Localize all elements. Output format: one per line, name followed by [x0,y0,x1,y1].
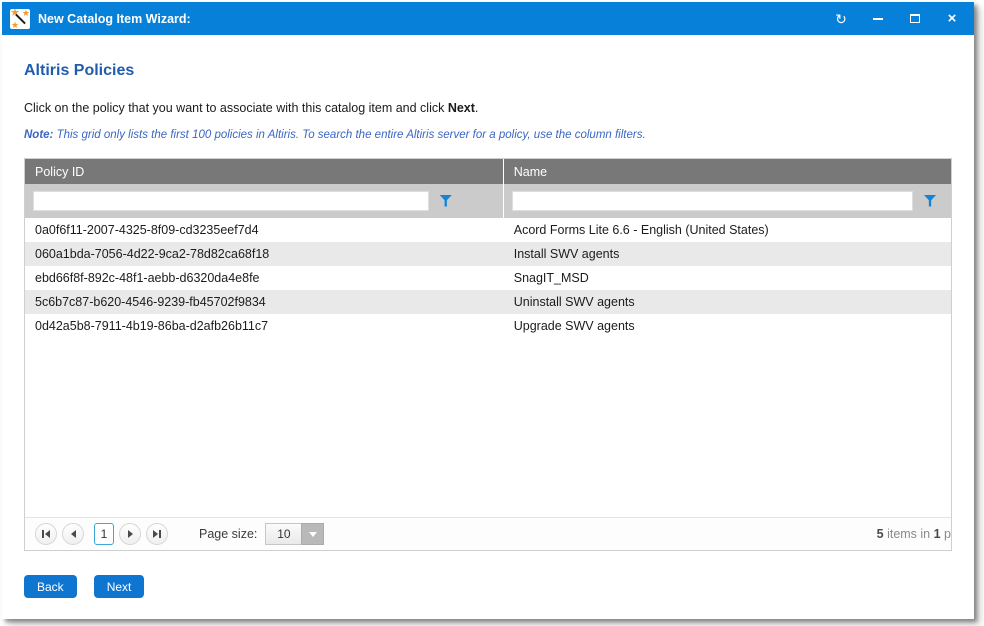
policies-grid: Policy ID Name 0a0f6f11-20 [24,158,952,551]
next-page-button[interactable] [119,523,141,545]
wizard-content: Altiris Policies Click on the policy tha… [2,62,974,598]
next-button[interactable]: Next [94,575,145,598]
pager: 1 Page size: 10 5 items in 1 p [25,517,951,550]
chevron-down-icon [309,532,317,537]
page-size-label: Page size: [199,527,257,541]
titlebar: ★ ★ ★ New Catalog Item Wizard: ↻ × [2,2,974,35]
grid-header: Policy ID Name [25,159,951,184]
first-page-button[interactable] [35,523,57,545]
window-title: New Catalog Item Wizard: [38,12,191,26]
previous-page-button[interactable] [62,523,84,545]
column-header-policy-id[interactable]: Policy ID [25,159,504,184]
name-filter-icon[interactable] [923,195,937,208]
wizard-window: ★ ★ ★ New Catalog Item Wizard: ↻ × Altir… [2,2,974,619]
maximize-icon[interactable] [907,11,923,27]
page-size-dropdown-button[interactable] [301,523,324,545]
name-filter-input[interactable] [512,191,913,211]
grid-empty-area [25,338,951,517]
note-text: Note: This grid only lists the first 100… [24,129,952,141]
back-button[interactable]: Back [24,575,77,598]
items-count-text: 5 items in 1 p [877,527,951,541]
table-row[interactable]: 0a0f6f11-2007-4325-8f09-cd3235eef7d4 Aco… [25,218,951,242]
refresh-icon[interactable]: ↻ [833,11,849,27]
table-row[interactable]: 5c6b7c87-b620-4546-9239-fb45702f9834 Uni… [25,290,951,314]
current-page-indicator[interactable]: 1 [94,523,114,545]
page-title: Altiris Policies [24,62,952,80]
policy-id-filter-input[interactable] [33,191,429,211]
policy-id-filter-icon[interactable] [439,195,453,208]
table-row[interactable]: ebd66f8f-892c-48f1-aebb-d6320da4e8fe Sna… [25,266,951,290]
wizard-stars-icon: ★ ★ ★ [10,9,30,29]
page-size-group: Page size: 10 [199,523,324,545]
page-size-value[interactable]: 10 [265,523,301,545]
instruction-text: Click on the policy that you want to ass… [24,101,952,115]
window-controls: ↻ × [833,11,960,27]
table-row[interactable]: 0d42a5b8-7911-4b19-86ba-d2afb26b11c7 Upg… [25,314,951,338]
table-row[interactable]: 060a1bda-7056-4d22-9ca2-78d82ca68f18 Ins… [25,242,951,266]
column-header-name[interactable]: Name [504,159,951,184]
last-page-button[interactable] [146,523,168,545]
wizard-actions: Back Next [24,575,952,598]
filter-row [25,184,951,218]
minimize-icon[interactable] [870,11,886,27]
close-icon[interactable]: × [944,11,960,27]
